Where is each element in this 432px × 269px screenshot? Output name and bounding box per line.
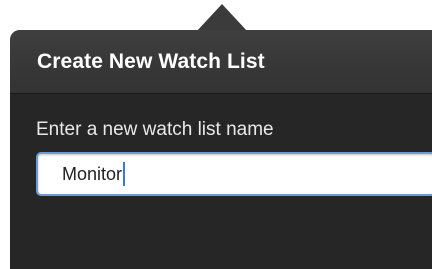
watch-list-name-label: Enter a new watch list name <box>36 119 274 140</box>
create-watch-list-popover: Create New Watch List Enter a new watch … <box>10 30 432 269</box>
popover-body: Enter a new watch list name Monitor <box>10 94 432 196</box>
text-cursor <box>123 162 126 186</box>
popover-header: Create New Watch List <box>10 30 432 94</box>
popover-arrow <box>196 4 248 32</box>
popover-title: Create New Watch List <box>37 49 265 73</box>
screen: Create New Watch List Enter a new watch … <box>0 0 432 269</box>
watch-list-name-input[interactable]: Monitor <box>36 152 432 196</box>
watch-list-name-value: Monitor <box>62 163 123 184</box>
